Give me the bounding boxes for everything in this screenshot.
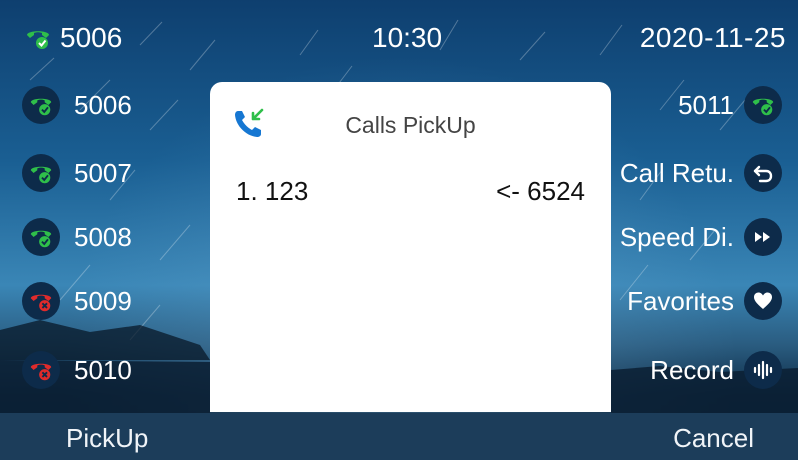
- pickup-softkey[interactable]: PickUp: [66, 423, 148, 454]
- line-key-5006[interactable]: 5006: [22, 81, 132, 129]
- softkey-bar: PickUp Cancel: [0, 413, 798, 460]
- pickup-call-item[interactable]: 1. 123 <- 6524: [236, 176, 585, 207]
- status-time: 10:30: [372, 22, 443, 53]
- phone-registered-icon: [27, 31, 49, 49]
- dss-key-5011[interactable]: 5011: [678, 81, 782, 129]
- line-key-label: 5009: [74, 285, 132, 316]
- call-item-from: <- 6524: [496, 176, 585, 206]
- fast-forward-icon: [744, 218, 782, 256]
- dss-key-favorites[interactable]: Favorites: [627, 277, 782, 325]
- line-key-5010[interactable]: 5010: [22, 346, 132, 394]
- line-key-5009[interactable]: 5009: [22, 277, 132, 325]
- line-key-5008[interactable]: 5008: [22, 213, 132, 261]
- dss-key-label: 5011: [678, 89, 734, 120]
- dialog-title: Calls PickUp: [345, 112, 476, 138]
- dss-key-label: Speed Di.: [619, 221, 734, 252]
- phone-registered-icon: [22, 154, 60, 192]
- dss-key-record[interactable]: Record: [650, 346, 782, 394]
- status-bar: 5006 10:30 2020-11-25: [0, 0, 798, 70]
- dss-key-speed-dial[interactable]: Speed Di.: [620, 213, 782, 261]
- voice-wave-icon: [744, 351, 782, 389]
- dss-key-label: Call Retu.: [619, 157, 734, 188]
- status-date: 2020-11-25: [639, 22, 786, 53]
- status-account: 5006: [24, 22, 122, 54]
- phone-registered-icon: [744, 86, 782, 124]
- phone-failed-icon: [22, 351, 60, 389]
- line-key-label: 5010: [74, 354, 132, 385]
- dss-key-label: Favorites: [627, 285, 734, 316]
- phone-registered-icon: [22, 86, 60, 124]
- return-arrow-icon: [744, 154, 782, 192]
- phone-registered-icon: [22, 218, 60, 256]
- phone-failed-icon: [22, 282, 60, 320]
- line-key-label: 5006: [74, 89, 132, 120]
- heart-icon: [744, 282, 782, 320]
- dialog-header: Calls PickUp: [210, 82, 611, 162]
- line-key-label: 5007: [74, 157, 132, 188]
- dss-key-call-return[interactable]: Call Retu.: [620, 149, 782, 197]
- dss-key-label: Record: [650, 354, 734, 385]
- call-item-index: 1. 123: [236, 176, 309, 206]
- cancel-softkey[interactable]: Cancel: [673, 423, 754, 454]
- status-account-label: 5006: [60, 22, 123, 53]
- line-key-label: 5008: [74, 221, 132, 252]
- calls-pickup-dialog: Calls PickUp 1. 123 <- 6524: [210, 82, 611, 412]
- line-key-5007[interactable]: 5007: [22, 149, 132, 197]
